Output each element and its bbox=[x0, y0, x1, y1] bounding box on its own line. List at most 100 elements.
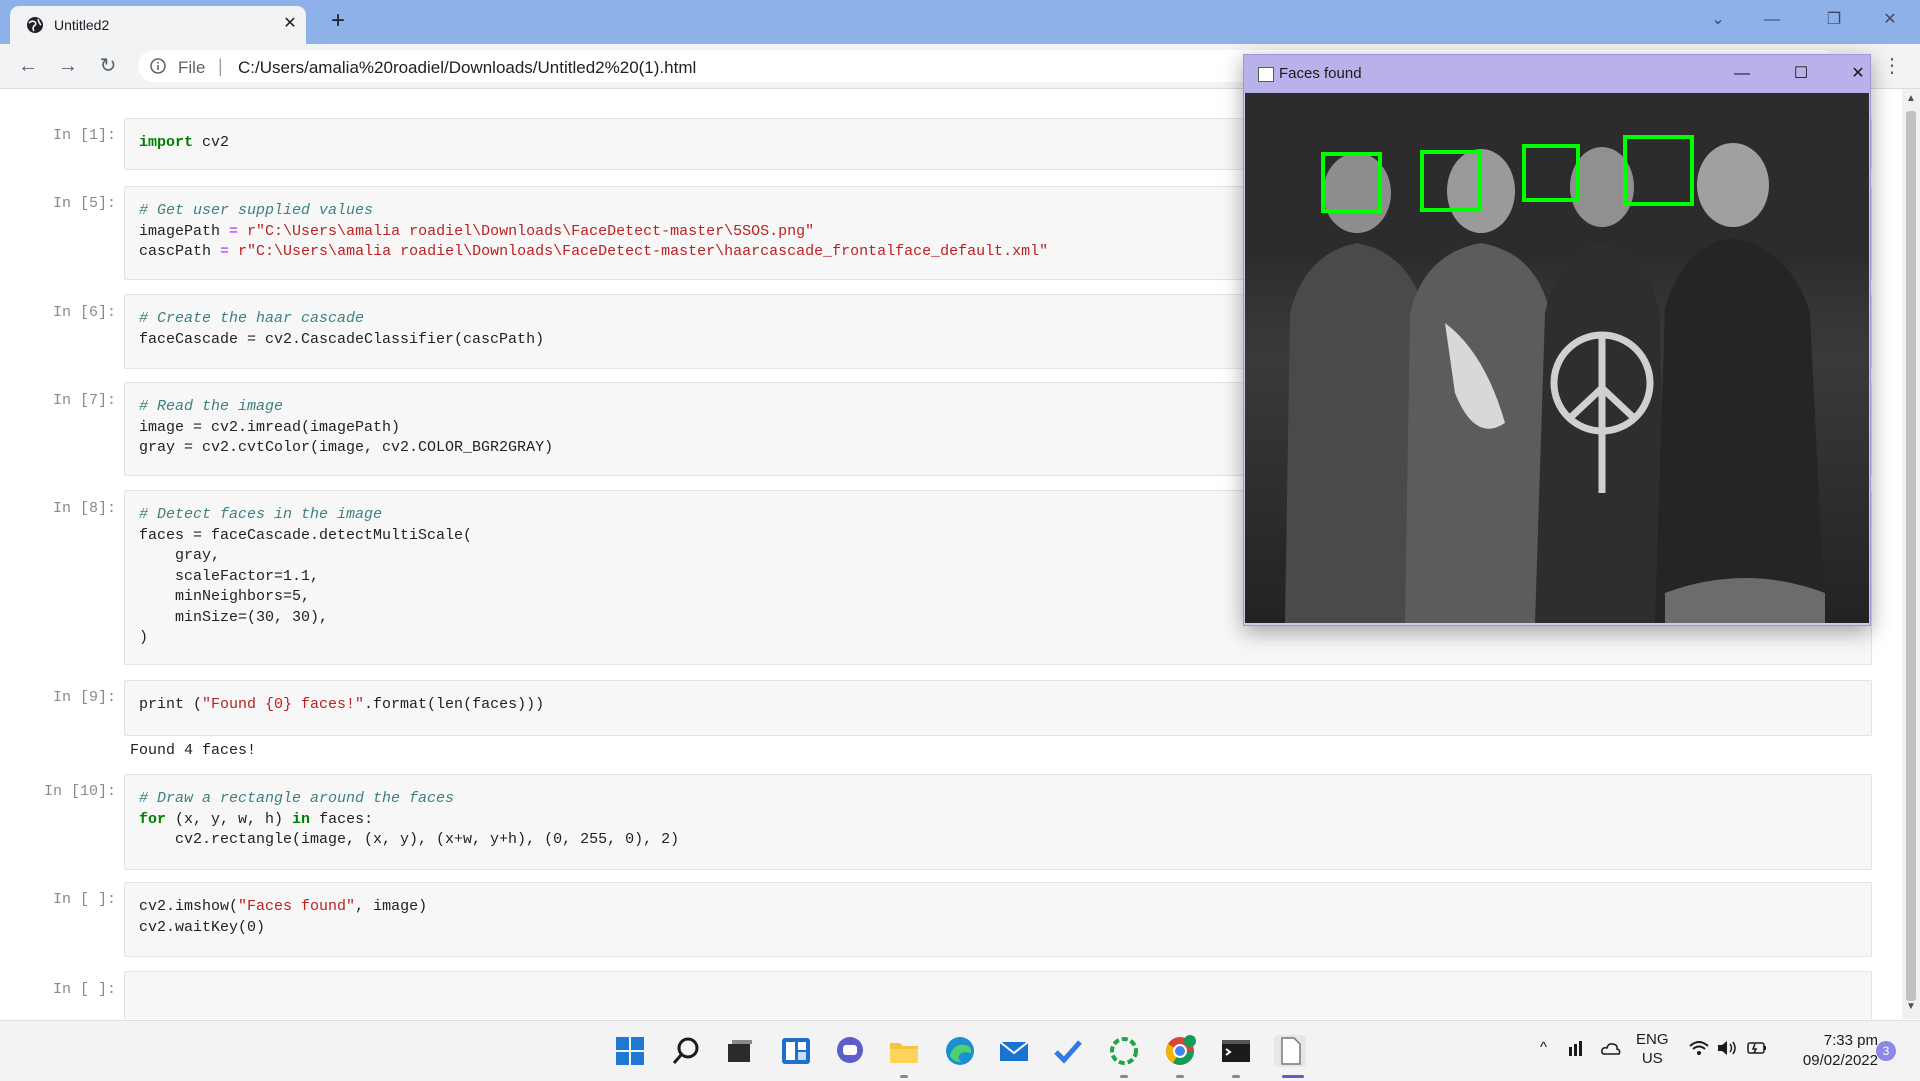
code-token: (x, y, w, h) bbox=[166, 810, 293, 828]
running-indicator bbox=[900, 1075, 908, 1078]
code-token: cv2.imshow( bbox=[139, 898, 239, 915]
reload-button[interactable]: ↻ bbox=[94, 52, 122, 80]
code-comment: # Create the haar cascade bbox=[139, 310, 365, 327]
system-clock[interactable]: 7:33 pm 09/02/2022 bbox=[1776, 1031, 1878, 1071]
mail-icon[interactable] bbox=[998, 1035, 1030, 1067]
new-tab-button[interactable]: + bbox=[324, 8, 352, 36]
code-comment: # Get user supplied values bbox=[139, 202, 374, 219]
network-meter-icon[interactable] bbox=[1568, 1039, 1588, 1061]
cell-prompt: In [ ]: bbox=[52, 891, 116, 908]
cell-prompt: In [5]: bbox=[52, 195, 116, 212]
scroll-down-icon[interactable]: ▼ bbox=[1904, 1001, 1918, 1015]
cell-prompt: In [1]: bbox=[52, 127, 116, 144]
code-token: cascPath bbox=[139, 243, 221, 260]
code-line: minNeighbors=5, bbox=[139, 588, 311, 605]
cell-prompt: In [6]: bbox=[52, 304, 116, 321]
cell-prompt: In [ ]: bbox=[52, 981, 116, 998]
cell-prompt: In [8]: bbox=[52, 500, 116, 517]
tab-close-icon[interactable]: ✕ bbox=[280, 14, 300, 34]
code-token: cv2 bbox=[193, 134, 230, 151]
code-token: , image) bbox=[355, 898, 428, 915]
chat-icon[interactable] bbox=[834, 1035, 866, 1067]
restore-button[interactable]: ❐ bbox=[1814, 6, 1854, 34]
code-cell[interactable]: cv2.imshow("Faces found", image) cv2.wai… bbox=[124, 882, 1872, 957]
code-token: in bbox=[292, 810, 311, 828]
code-line: cv2.rectangle(image, (x, y), (x+w, y+h),… bbox=[139, 831, 680, 848]
code-token: = bbox=[229, 222, 239, 240]
code-line: faceCascade = cv2.CascadeClassifier(casc… bbox=[139, 330, 545, 348]
volume-icon[interactable] bbox=[1716, 1039, 1738, 1061]
vertical-scrollbar[interactable]: ▲ ▼ bbox=[1902, 89, 1920, 1019]
cell-prompt: In [9]: bbox=[52, 689, 116, 706]
cell-output: Found 4 faces! bbox=[130, 742, 257, 759]
code-token: imagePath bbox=[139, 222, 230, 240]
cell-prompt: In [10]: bbox=[43, 783, 116, 800]
faces-close-button[interactable]: ✕ bbox=[1838, 61, 1878, 87]
tab-title: Untitled2 bbox=[54, 17, 110, 33]
code-line: faces = faceCascade.detectMultiScale( bbox=[139, 526, 473, 544]
clock-date: 09/02/2022 bbox=[1802, 1052, 1878, 1069]
task-view-icon[interactable] bbox=[724, 1035, 756, 1067]
faces-minimize-button[interactable]: — bbox=[1722, 61, 1762, 87]
scrollbar-thumb[interactable] bbox=[1906, 111, 1916, 1001]
info-icon[interactable] bbox=[150, 58, 166, 74]
tab-strip: Untitled2 ✕ + ⌄ — ❐ ✕ bbox=[0, 0, 1920, 44]
back-button[interactable]: ← bbox=[14, 52, 42, 80]
code-string: "Faces found" bbox=[238, 898, 356, 915]
chrome-icon[interactable] bbox=[1164, 1035, 1196, 1067]
code-cell[interactable]: print ("Found {0} faces!".format(len(fac… bbox=[124, 680, 1872, 736]
faces-window-titlebar[interactable]: Faces found — ☐ ✕ bbox=[1244, 55, 1870, 93]
empty-code-cell[interactable] bbox=[124, 971, 1872, 1019]
minimize-button[interactable]: — bbox=[1752, 6, 1792, 34]
forward-button[interactable]: → bbox=[54, 52, 82, 80]
code-comment: # Read the image bbox=[139, 398, 284, 415]
code-token: .format(len(faces))) bbox=[364, 696, 545, 713]
language-code: ENG bbox=[1636, 1031, 1669, 1048]
language-indicator[interactable]: ENG US bbox=[1636, 1030, 1669, 1068]
code-string: "Found {0} faces!" bbox=[202, 696, 365, 713]
browser-tab[interactable]: Untitled2 ✕ bbox=[10, 6, 306, 44]
notification-badge[interactable]: 3 bbox=[1876, 1041, 1896, 1061]
file-explorer-icon[interactable] bbox=[888, 1035, 920, 1067]
battery-icon[interactable] bbox=[1746, 1039, 1768, 1061]
keyboard-region: US bbox=[1641, 1050, 1663, 1067]
faces-maximize-button[interactable]: ☐ bbox=[1781, 61, 1821, 87]
terminal-icon[interactable] bbox=[1220, 1035, 1252, 1067]
code-token: faces: bbox=[310, 810, 374, 828]
running-indicator bbox=[1176, 1075, 1184, 1078]
close-window-button[interactable]: ✕ bbox=[1870, 6, 1910, 34]
search-icon[interactable] bbox=[670, 1035, 702, 1067]
code-comment: # Detect faces in the image bbox=[139, 506, 383, 523]
faces-window-title: Faces found bbox=[1279, 65, 1362, 82]
todo-icon[interactable] bbox=[1052, 1035, 1084, 1067]
code-line: cv2.waitKey(0) bbox=[139, 918, 266, 936]
active-indicator bbox=[1282, 1075, 1304, 1078]
code-token: import bbox=[139, 134, 194, 151]
code-token: print ( bbox=[139, 696, 203, 713]
browser-menu-icon[interactable]: ⋮ bbox=[1880, 52, 1904, 80]
code-line: gray, bbox=[139, 547, 221, 564]
tray-chevron-icon[interactable]: ^ bbox=[1540, 1039, 1547, 1056]
scroll-up-icon[interactable]: ▲ bbox=[1904, 93, 1918, 107]
url-text[interactable]: C:/Users/amalia%20roadiel/Downloads/Unti… bbox=[238, 58, 696, 78]
cloud-icon[interactable] bbox=[1600, 1039, 1622, 1061]
cell-prompt: In [7]: bbox=[52, 392, 116, 409]
code-line: scaleFactor=1.1, bbox=[139, 567, 320, 585]
windows-start-icon[interactable] bbox=[614, 1035, 646, 1067]
globe-icon bbox=[27, 17, 43, 33]
green-app-icon[interactable] bbox=[1108, 1035, 1140, 1067]
wifi-icon[interactable] bbox=[1688, 1039, 1710, 1061]
tab-search-icon[interactable]: ⌄ bbox=[1698, 6, 1738, 34]
faces-found-window: Faces found — ☐ ✕ bbox=[1243, 54, 1871, 626]
code-token: = bbox=[220, 243, 230, 260]
edge-icon[interactable] bbox=[944, 1035, 976, 1067]
code-line: gray = cv2.cvtColor(image, cv2.COLOR_BGR… bbox=[139, 439, 554, 456]
url-separator: | bbox=[218, 56, 223, 76]
code-cell[interactable]: # Draw a rectangle around the faces for … bbox=[124, 774, 1872, 870]
widgets-icon[interactable] bbox=[780, 1035, 812, 1067]
notepad-icon[interactable] bbox=[1274, 1035, 1306, 1067]
code-line: image = cv2.imread(imagePath) bbox=[139, 418, 401, 436]
faces-image bbox=[1245, 93, 1869, 623]
code-line: ) bbox=[139, 629, 149, 646]
